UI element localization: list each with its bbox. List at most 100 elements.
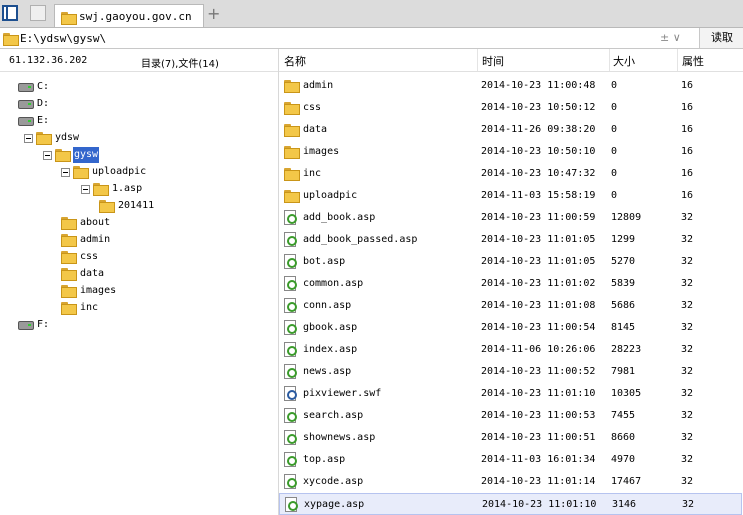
address-controls[interactable]: ± ∨ bbox=[660, 31, 681, 44]
tree-node[interactable]: about bbox=[61, 215, 111, 231]
tree-node[interactable]: inc bbox=[61, 300, 99, 316]
folder-icon bbox=[61, 268, 77, 281]
file-row[interactable]: xycode.asp 2014-10-23 11:01:14 17467 32 bbox=[279, 471, 742, 493]
file-row[interactable]: add_book_passed.asp 2014-10-23 11:01:05 12… bbox=[279, 229, 742, 251]
column-divider[interactable] bbox=[609, 49, 610, 71]
file-name: pixviewer.swf bbox=[303, 388, 382, 399]
asp-file-icon bbox=[285, 497, 298, 512]
asp-file-icon bbox=[284, 452, 297, 467]
tree-node[interactable]: images bbox=[61, 283, 117, 299]
file-size: 5270 bbox=[611, 256, 636, 267]
address-path[interactable]: E:\ydsw\gysw\ bbox=[20, 32, 106, 45]
tab-active[interactable]: swj.gaoyou.gov.cn bbox=[54, 4, 204, 27]
file-row[interactable]: data 2014-11-26 09:38:20 0 16 bbox=[279, 119, 742, 141]
file-size: 0 bbox=[611, 102, 618, 113]
file-row[interactable]: inc 2014-10-23 10:47:32 0 16 bbox=[279, 163, 742, 185]
file-size: 0 bbox=[611, 124, 618, 135]
file-attr: 16 bbox=[681, 80, 694, 91]
collapse-icon[interactable] bbox=[81, 185, 90, 194]
tree-node-label: inc bbox=[80, 302, 99, 313]
tree-node[interactable]: data bbox=[61, 266, 105, 282]
file-row[interactable]: gbook.asp 2014-10-23 11:00:54 8145 32 bbox=[279, 317, 742, 339]
tree-node[interactable]: css bbox=[61, 249, 99, 265]
file-row[interactable]: images 2014-10-23 10:50:10 0 16 bbox=[279, 141, 742, 163]
file-row[interactable]: css 2014-10-23 10:50:12 0 16 bbox=[279, 97, 742, 119]
file-time: 2014-10-23 11:01:08 bbox=[481, 300, 596, 311]
folder-icon bbox=[61, 217, 77, 230]
file-attr: 32 bbox=[681, 300, 694, 311]
file-name: xypage.asp bbox=[304, 499, 365, 510]
drive-icon bbox=[18, 117, 34, 126]
tree-node[interactable]: 1.asp bbox=[81, 181, 143, 197]
address-bar[interactable]: E:\ydsw\gysw\ ± ∨ bbox=[0, 28, 743, 49]
tab-title: swj.gaoyou.gov.cn bbox=[79, 10, 192, 23]
file-size: 0 bbox=[611, 80, 618, 91]
sidebar-toggle-icon[interactable] bbox=[2, 5, 18, 21]
collapse-icon[interactable] bbox=[43, 151, 52, 160]
asp-file-icon bbox=[284, 210, 297, 225]
tree-node[interactable]: ydsw bbox=[24, 130, 80, 146]
tree-node-label: D: bbox=[37, 98, 50, 109]
file-row[interactable]: conn.asp 2014-10-23 11:01:08 5686 32 bbox=[279, 295, 742, 317]
file-row[interactable]: index.asp 2014-11-06 10:26:06 28223 32 bbox=[279, 339, 742, 361]
column-divider[interactable] bbox=[677, 49, 678, 71]
file-row[interactable]: top.asp 2014-11-03 16:01:34 4970 32 bbox=[279, 449, 742, 471]
file-time: 2014-10-23 11:00:53 bbox=[481, 410, 596, 421]
column-divider[interactable] bbox=[477, 49, 478, 71]
file-row[interactable]: news.asp 2014-10-23 11:00:52 7981 32 bbox=[279, 361, 742, 383]
file-row[interactable]: pixviewer.swf 2014-10-23 11:01:10 10305 32 bbox=[279, 383, 742, 405]
column-attr[interactable]: 属性 bbox=[682, 53, 704, 69]
folder-icon bbox=[61, 285, 77, 298]
tree-node-label: E: bbox=[37, 115, 50, 126]
file-time: 2014-10-23 10:47:32 bbox=[481, 168, 596, 179]
file-row[interactable]: xypage.asp 2014-10-23 11:01:10 3146 32 bbox=[279, 493, 742, 515]
file-size: 0 bbox=[611, 146, 618, 157]
tree-node[interactable]: C: bbox=[18, 79, 50, 95]
file-attr: 32 bbox=[681, 344, 694, 355]
file-size: 10305 bbox=[611, 388, 642, 399]
asp-file-icon bbox=[284, 408, 297, 423]
file-attr: 32 bbox=[681, 278, 694, 289]
file-size: 5839 bbox=[611, 278, 636, 289]
folder-icon bbox=[93, 183, 109, 196]
column-size[interactable]: 大小 bbox=[613, 53, 635, 69]
tree-node[interactable]: D: bbox=[18, 96, 50, 112]
tree-node-label: css bbox=[80, 251, 99, 262]
tree-node[interactable]: 201411 bbox=[99, 198, 155, 214]
new-window-icon[interactable] bbox=[30, 5, 46, 21]
file-row[interactable]: shownews.asp 2014-10-23 11:00:51 8660 32 bbox=[279, 427, 742, 449]
folder-icon bbox=[284, 80, 300, 93]
file-row[interactable]: admin 2014-10-23 11:00:48 0 16 bbox=[279, 75, 742, 97]
tree-node[interactable]: E: bbox=[18, 113, 50, 129]
file-row[interactable]: uploadpic 2014-11-03 15:58:19 0 16 bbox=[279, 185, 742, 207]
read-button[interactable]: 读取 bbox=[699, 28, 743, 48]
file-time: 2014-10-23 11:00:59 bbox=[481, 212, 596, 223]
file-attr: 32 bbox=[681, 322, 694, 333]
tree-node-label: C: bbox=[37, 81, 50, 92]
asp-file-icon bbox=[284, 342, 297, 357]
file-attr: 32 bbox=[681, 212, 694, 223]
file-row[interactable]: search.asp 2014-10-23 11:00:53 7455 32 bbox=[279, 405, 742, 427]
folder-icon bbox=[36, 132, 52, 145]
column-time[interactable]: 时间 bbox=[482, 53, 504, 69]
file-size: 5686 bbox=[611, 300, 636, 311]
file-row[interactable]: bot.asp 2014-10-23 11:01:05 5270 32 bbox=[279, 251, 742, 273]
file-size: 0 bbox=[611, 190, 618, 201]
file-row[interactable]: add_book.asp 2014-10-23 11:00:59 12809 32 bbox=[279, 207, 742, 229]
file-size: 28223 bbox=[611, 344, 642, 355]
column-name[interactable]: 名称 bbox=[284, 53, 306, 69]
asp-file-icon bbox=[284, 276, 297, 291]
tree-node[interactable]: uploadpic bbox=[61, 164, 147, 180]
tree-node[interactable]: F: bbox=[18, 317, 50, 333]
new-tab-button[interactable]: + bbox=[207, 4, 220, 23]
folder-icon bbox=[55, 149, 71, 162]
asp-file-icon bbox=[284, 320, 297, 335]
drive-icon bbox=[18, 321, 34, 330]
file-size: 3146 bbox=[612, 499, 637, 510]
tree-node[interactable]: gysw bbox=[43, 147, 100, 163]
file-time: 2014-10-23 11:01:05 bbox=[481, 234, 596, 245]
tree-node[interactable]: admin bbox=[61, 232, 111, 248]
collapse-icon[interactable] bbox=[61, 168, 70, 177]
file-row[interactable]: common.asp 2014-10-23 11:01:02 5839 32 bbox=[279, 273, 742, 295]
collapse-icon[interactable] bbox=[24, 134, 33, 143]
